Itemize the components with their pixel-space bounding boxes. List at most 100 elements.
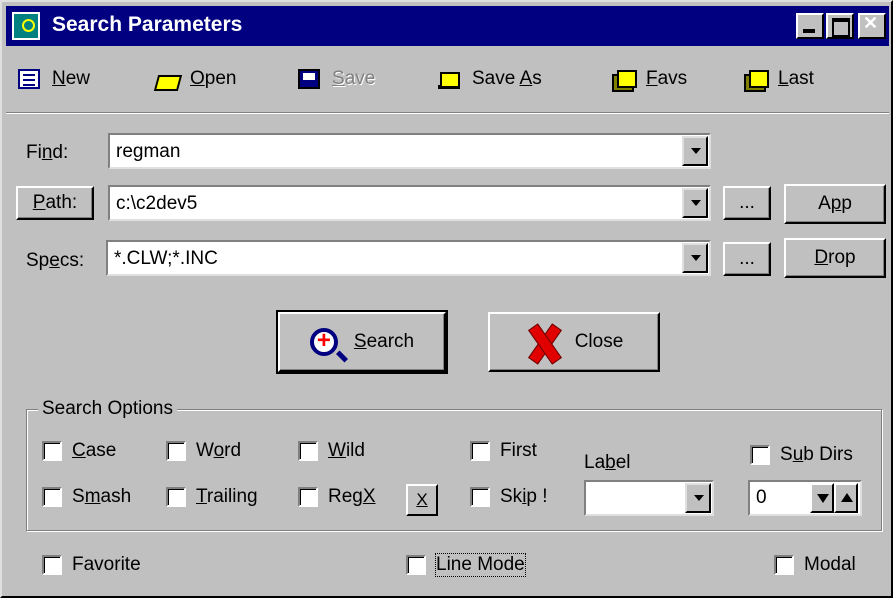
line-mode-label: Line Mode — [435, 553, 526, 577]
last-folders-icon — [744, 69, 769, 92]
drop-button[interactable]: Drop — [784, 238, 886, 278]
title-bar[interactable]: Search Parameters — [6, 6, 889, 46]
spin-down-button[interactable] — [810, 483, 834, 513]
path-value: c:\c2dev5 — [116, 193, 198, 214]
case-box[interactable] — [42, 441, 62, 461]
word-box[interactable] — [166, 441, 186, 461]
first-label: First — [500, 440, 537, 461]
specs-browse-label: ... — [739, 248, 755, 269]
search-magnifier-icon — [309, 327, 338, 356]
modal-checkbox[interactable]: Modal — [774, 554, 856, 576]
label-combo[interactable] — [584, 480, 714, 516]
save-label: Save — [332, 68, 376, 89]
save-button[interactable]: Save — [298, 64, 375, 94]
subdirs-checkbox[interactable]: Sub Dirs — [750, 444, 853, 466]
modal-label: Modal — [804, 554, 856, 575]
word-checkbox[interactable]: Word — [166, 440, 241, 462]
search-button-label: Search — [353, 331, 415, 352]
subdirs-box[interactable] — [750, 445, 770, 465]
minimize-button[interactable] — [796, 13, 824, 39]
path-browse-button[interactable]: ... — [723, 186, 771, 220]
close-button-label: Close — [574, 331, 624, 352]
app-icon — [12, 12, 40, 40]
open-label: Open — [190, 68, 237, 89]
new-document-icon — [18, 69, 40, 89]
last-button[interactable]: Last — [744, 64, 814, 94]
trailing-checkbox[interactable]: Trailing — [166, 486, 258, 508]
specs-dropdown-button[interactable] — [682, 243, 708, 273]
window-title: Search Parameters — [52, 13, 243, 36]
favorite-box[interactable] — [42, 555, 62, 575]
path-browse-label: ... — [739, 192, 755, 213]
path-dropdown-button[interactable] — [682, 188, 708, 218]
case-checkbox[interactable]: Case — [42, 440, 116, 462]
path-button[interactable]: Path: — [16, 186, 94, 220]
app-button-label: App — [818, 193, 852, 214]
regx-help-button[interactable]: X — [406, 484, 438, 516]
search-parameters-window: Search Parameters New Open Save Save As … — [0, 0, 893, 598]
skip-checkbox[interactable]: Skip ! — [470, 486, 548, 508]
save-as-button[interactable]: Save As — [438, 64, 542, 94]
path-combo[interactable]: c:\c2dev5 — [108, 185, 711, 221]
line-mode-checkbox[interactable]: Line Mode — [406, 553, 526, 577]
favs-button[interactable]: Favs — [612, 64, 687, 94]
save-as-icon — [438, 69, 460, 89]
find-combo[interactable]: regman — [108, 133, 711, 169]
label-dropdown-button[interactable] — [685, 483, 711, 513]
path-button-label: Path: — [32, 192, 78, 213]
maximize-button[interactable] — [826, 13, 854, 39]
favorites-folders-icon — [612, 69, 637, 92]
modal-box[interactable] — [774, 555, 794, 575]
favorite-label: Favorite — [72, 554, 141, 575]
regx-help-label: X — [416, 490, 428, 509]
last-label: Last — [778, 68, 814, 89]
find-value: regman — [116, 141, 181, 162]
save-as-label: Save As — [472, 68, 542, 89]
open-button[interactable]: Open — [156, 64, 236, 94]
search-button[interactable]: Search — [276, 310, 448, 374]
floppy-disk-icon — [298, 69, 320, 89]
specs-value: *.CLW;*.INC — [114, 248, 218, 269]
subdirs-label: Sub Dirs — [780, 444, 853, 465]
close-button[interactable]: Close — [488, 312, 660, 372]
smash-box[interactable] — [42, 487, 62, 507]
label-field-label: Label — [584, 452, 631, 473]
new-label: New — [52, 68, 91, 89]
subdir-depth-spinner[interactable]: 0 — [748, 480, 862, 516]
red-x-icon — [525, 325, 559, 359]
wild-label: Wild — [328, 440, 365, 461]
specs-browse-button[interactable]: ... — [723, 242, 771, 276]
smash-label: Smash — [72, 486, 132, 507]
regx-label: RegX — [328, 486, 376, 507]
specs-label: Specs: — [26, 250, 85, 271]
find-dropdown-button[interactable] — [682, 136, 708, 166]
toolbar-separator — [6, 112, 889, 114]
close-window-button[interactable] — [858, 13, 886, 39]
regx-checkbox[interactable]: RegX — [298, 486, 376, 508]
wild-box[interactable] — [298, 441, 318, 461]
open-folder-icon — [156, 69, 178, 89]
first-checkbox[interactable]: First — [470, 440, 537, 462]
toolbar: New Open Save Save As Favs Last — [6, 50, 889, 110]
spin-up-button[interactable] — [834, 483, 858, 513]
app-button[interactable]: App — [784, 184, 886, 224]
trailing-box[interactable] — [166, 487, 186, 507]
favs-label: Favs — [646, 68, 688, 89]
skip-box[interactable] — [470, 487, 490, 507]
subdir-depth-value: 0 — [756, 487, 767, 508]
skip-label: Skip ! — [500, 486, 548, 507]
search-options-title: Search Options — [38, 398, 177, 420]
wild-checkbox[interactable]: Wild — [298, 440, 365, 462]
drop-button-label: Drop — [814, 247, 856, 268]
find-label: Find: — [26, 142, 69, 163]
first-box[interactable] — [470, 441, 490, 461]
regx-box[interactable] — [298, 487, 318, 507]
smash-checkbox[interactable]: Smash — [42, 486, 131, 508]
line-mode-box[interactable] — [406, 555, 426, 575]
word-label: Word — [196, 440, 242, 461]
new-button[interactable]: New — [18, 64, 90, 94]
trailing-label: Trailing — [196, 486, 258, 507]
specs-combo[interactable]: *.CLW;*.INC — [106, 240, 711, 276]
favorite-checkbox[interactable]: Favorite — [42, 554, 141, 576]
case-label: Case — [72, 440, 117, 461]
